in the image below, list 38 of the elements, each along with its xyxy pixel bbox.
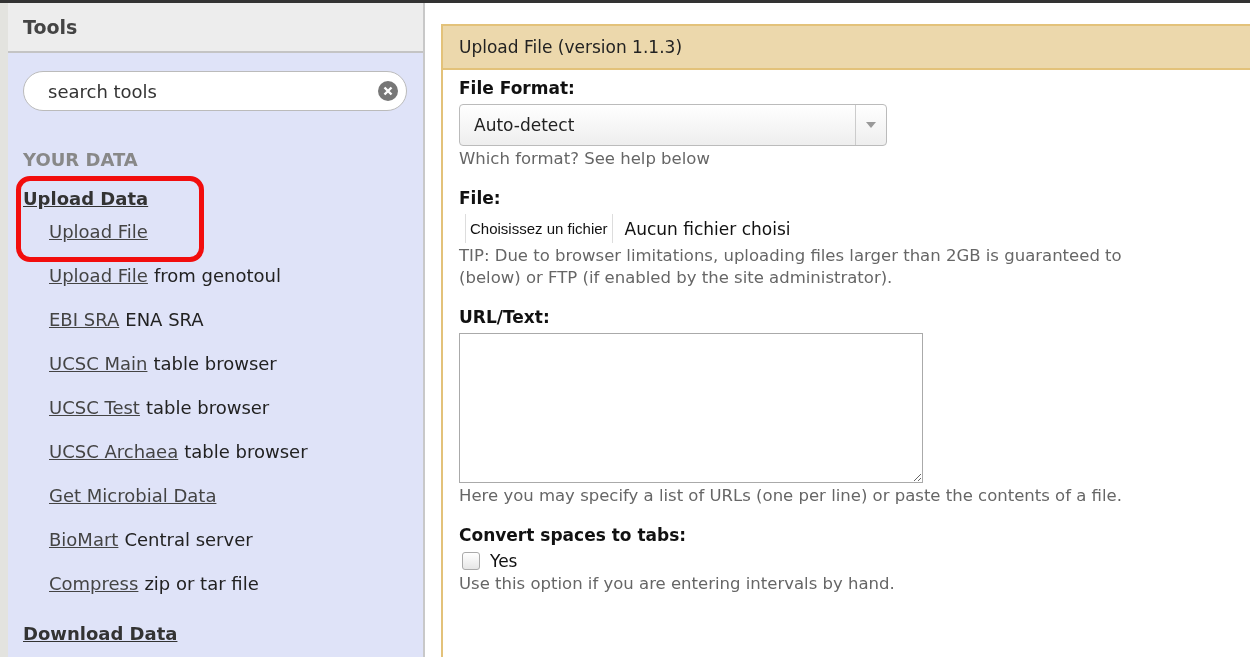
tool-description: table browser bbox=[145, 396, 270, 418]
clear-icon[interactable] bbox=[378, 81, 398, 101]
section-heading: YOUR DATA bbox=[23, 149, 139, 170]
help-text: Use this option if you are entering intervals by hand. bbox=[459, 574, 896, 593]
tool-link[interactable]: EBI SRA bbox=[49, 308, 120, 330]
field-label: File Format: bbox=[459, 78, 576, 98]
tool-description: from genotoul bbox=[153, 264, 281, 286]
choose-file-button[interactable]: Choisissez un fichier bbox=[465, 214, 613, 243]
field-label: URL/Text: bbox=[459, 307, 551, 327]
tool-link[interactable]: Upload File bbox=[49, 264, 148, 286]
field-label: File: bbox=[459, 188, 502, 208]
panel-title: Tools bbox=[23, 16, 78, 38]
help-text: (below) or FTP (if enabled by the site administrator). bbox=[459, 268, 894, 287]
category-link[interactable]: Upload Data bbox=[23, 188, 149, 209]
field-label: Convert spaces to tabs: bbox=[459, 525, 688, 545]
tool-link[interactable]: Compress bbox=[49, 572, 139, 594]
tool-link[interactable]: Get Microbial Data bbox=[49, 484, 217, 506]
tool-link[interactable]: UCSC Main bbox=[49, 352, 148, 374]
search-field[interactable]: search tools bbox=[23, 71, 407, 111]
checkbox[interactable] bbox=[462, 552, 480, 570]
checkbox-label: Yes bbox=[490, 551, 518, 571]
file-status: Aucun fichier choisi bbox=[624, 218, 791, 239]
help-text: TIP: Due to browser limitations, uploading files larger than 2GB is guaranteed to bbox=[459, 246, 1123, 265]
tool-description: table browser bbox=[153, 352, 277, 374]
caret-icon bbox=[866, 122, 876, 128]
format-dropdown[interactable]: Auto-detect bbox=[459, 104, 887, 146]
help-text: Here you may specify a list of URLs (one per line) or paste the contents of a file. bbox=[459, 486, 1123, 505]
tool-description: ENA SRA bbox=[125, 308, 204, 330]
tool-link[interactable]: UCSC Archaea bbox=[49, 440, 179, 462]
tool-description: table browser bbox=[184, 440, 308, 462]
tool-link[interactable]: UCSC Test bbox=[49, 396, 140, 418]
tool-link[interactable]: Upload File bbox=[49, 220, 148, 242]
category-link[interactable]: Download Data bbox=[23, 623, 178, 644]
help-text: Which format? See help below bbox=[459, 149, 711, 168]
tool-description: zip or tar file bbox=[144, 572, 259, 594]
tool-description: Central server bbox=[124, 528, 253, 550]
tool-link[interactable]: BioMart bbox=[49, 528, 119, 550]
form-title: Upload File (version 1.1.3) bbox=[459, 37, 682, 57]
